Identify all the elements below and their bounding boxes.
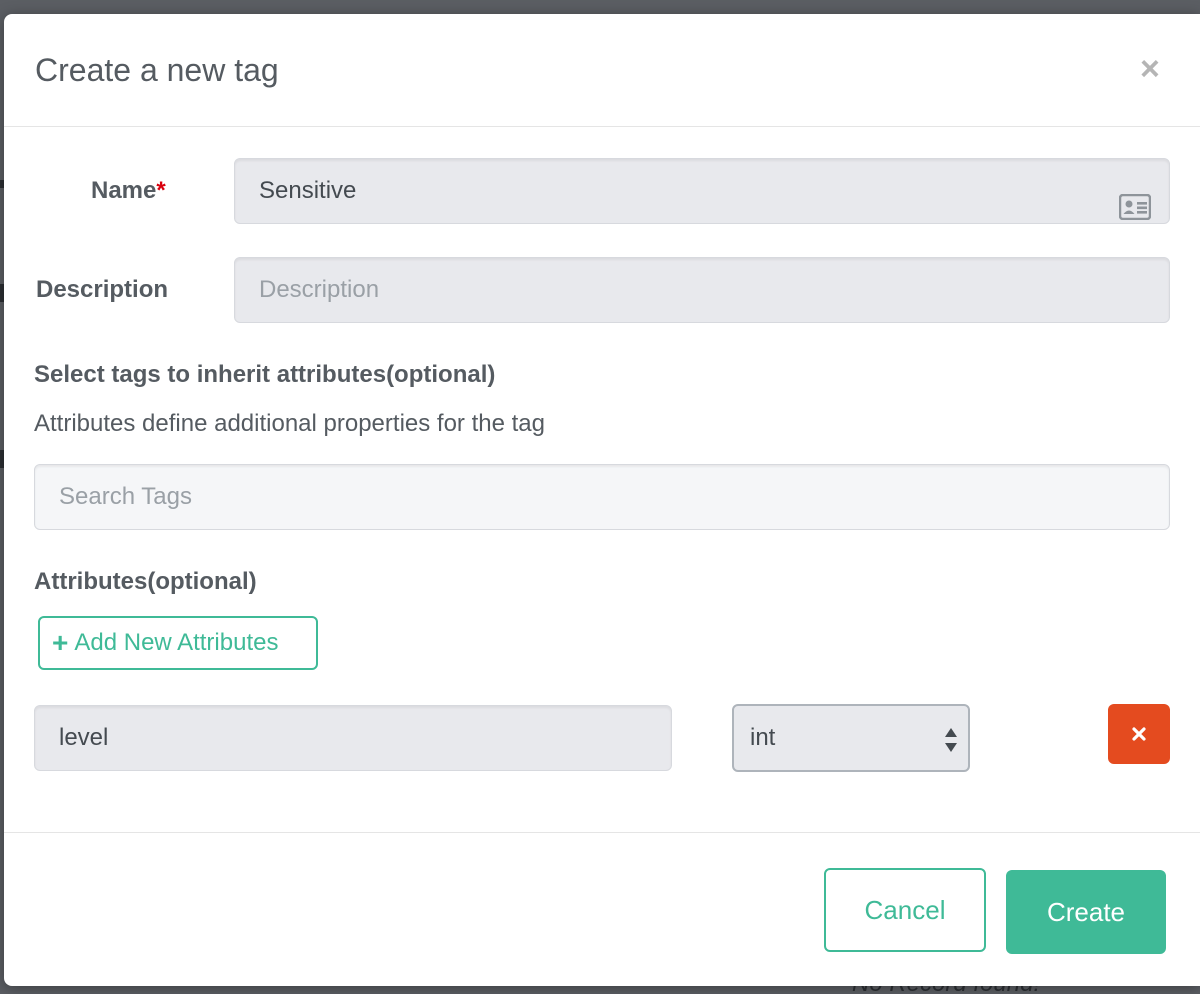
create-button[interactable]: Create bbox=[1006, 870, 1166, 954]
attributes-heading: Attributes(optional) bbox=[34, 568, 257, 595]
attribute-type-value: int bbox=[750, 724, 776, 751]
footer-divider bbox=[4, 832, 1200, 833]
inherit-help-text: Attributes define additional properties … bbox=[34, 410, 545, 437]
add-attributes-label: Add New Attributes bbox=[74, 629, 279, 656]
search-tags-input[interactable] bbox=[34, 464, 1170, 530]
required-marker: * bbox=[156, 177, 166, 204]
plus-icon: + bbox=[52, 627, 69, 658]
add-attributes-button[interactable]: + Add New Attributes bbox=[38, 616, 318, 670]
close-icon[interactable]: × bbox=[1140, 52, 1160, 86]
cancel-button[interactable]: Cancel bbox=[824, 868, 986, 952]
name-label: Name* bbox=[91, 177, 166, 204]
id-card-icon bbox=[1119, 194, 1151, 220]
description-label: Description bbox=[36, 276, 169, 303]
inherit-heading: Select tags to inherit attributes(option… bbox=[34, 361, 496, 388]
close-icon bbox=[1132, 727, 1146, 741]
dialog-header: Create a new tag × bbox=[4, 14, 1200, 127]
select-arrows-icon bbox=[945, 728, 957, 752]
attribute-name-input[interactable] bbox=[34, 705, 672, 771]
remove-attribute-button[interactable] bbox=[1108, 704, 1170, 764]
attribute-type-select[interactable]: int bbox=[732, 704, 970, 772]
description-input[interactable] bbox=[234, 257, 1170, 323]
dialog-title: Create a new tag bbox=[35, 52, 279, 88]
create-tag-dialog: Create a new tag × Name* Description Sel… bbox=[4, 14, 1200, 986]
name-input[interactable] bbox=[234, 158, 1170, 224]
